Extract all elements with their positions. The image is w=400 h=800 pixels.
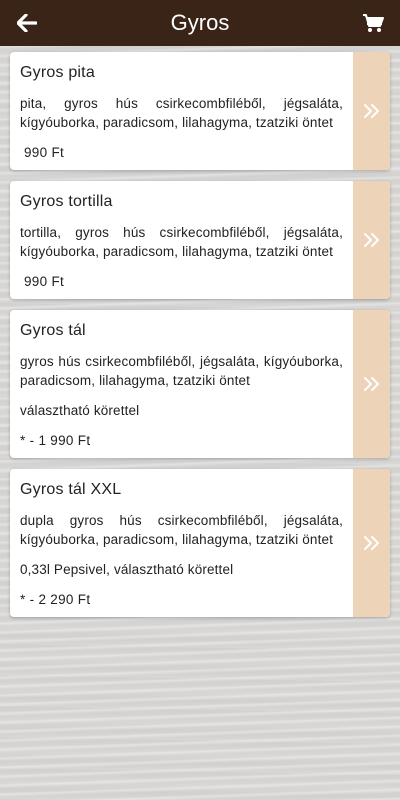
menu-item-price: * - 1 990 Ft <box>20 433 91 448</box>
menu-list: Gyros pita pita, gyros hús csirkecombfil… <box>10 52 390 628</box>
menu-item-card[interactable]: Gyros pita pita, gyros hús csirkecombfil… <box>10 52 390 170</box>
menu-item-body: Gyros tál XXL dupla gyros hús csirkecomb… <box>10 469 353 617</box>
menu-item-description: pita, gyros hús csirkecombfiléből, jégsa… <box>20 96 343 130</box>
cart-button[interactable] <box>360 10 386 36</box>
page-title: Gyros <box>170 10 230 35</box>
menu-item-title: Gyros tál XXL <box>20 481 122 498</box>
menu-item-body: Gyros tortilla tortilla, gyros hús csirk… <box>10 181 353 299</box>
menu-item-body: Gyros pita pita, gyros hús csirkecombfil… <box>10 52 353 170</box>
menu-item-card[interactable]: Gyros tortilla tortilla, gyros hús csirk… <box>10 181 390 299</box>
double-chevron-right-icon <box>363 377 379 391</box>
app-header: Gyros <box>0 0 400 46</box>
double-chevron-right-icon <box>363 104 379 118</box>
menu-item-card[interactable]: Gyros tál gyros hús csirkecombfiléből, j… <box>10 310 390 458</box>
menu-item-body: Gyros tál gyros hús csirkecombfiléből, j… <box>10 310 353 458</box>
open-item-button[interactable] <box>353 469 390 617</box>
double-chevron-right-icon <box>363 536 379 550</box>
open-item-button[interactable] <box>353 52 390 170</box>
double-chevron-right-icon <box>363 233 379 247</box>
back-button[interactable] <box>14 10 40 36</box>
menu-item-description: tortilla, gyros hús csirkecombfiléből, j… <box>20 225 343 259</box>
shopping-cart-icon <box>363 14 384 32</box>
menu-item-card[interactable]: Gyros tál XXL dupla gyros hús csirkecomb… <box>10 469 390 617</box>
menu-item-title: Gyros pita <box>20 64 95 81</box>
menu-item-price: * - 2 290 Ft <box>20 592 91 607</box>
open-item-button[interactable] <box>353 310 390 458</box>
open-item-button[interactable] <box>353 181 390 299</box>
menu-item-extra: 0,33l Pepsivel, választható körettel <box>20 562 234 577</box>
menu-item-price: 990 Ft <box>24 145 65 160</box>
menu-item-title: Gyros tál <box>20 322 86 339</box>
arrow-left-icon <box>17 14 37 32</box>
menu-item-price: 990 Ft <box>24 274 65 289</box>
menu-item-extra: választható körettel <box>20 403 140 418</box>
menu-item-description: dupla gyros hús csirkecombfiléből, jégsa… <box>20 513 343 547</box>
menu-item-title: Gyros tortilla <box>20 193 113 210</box>
menu-item-description: gyros hús csirkecombfiléből, jégsaláta, … <box>20 354 343 388</box>
